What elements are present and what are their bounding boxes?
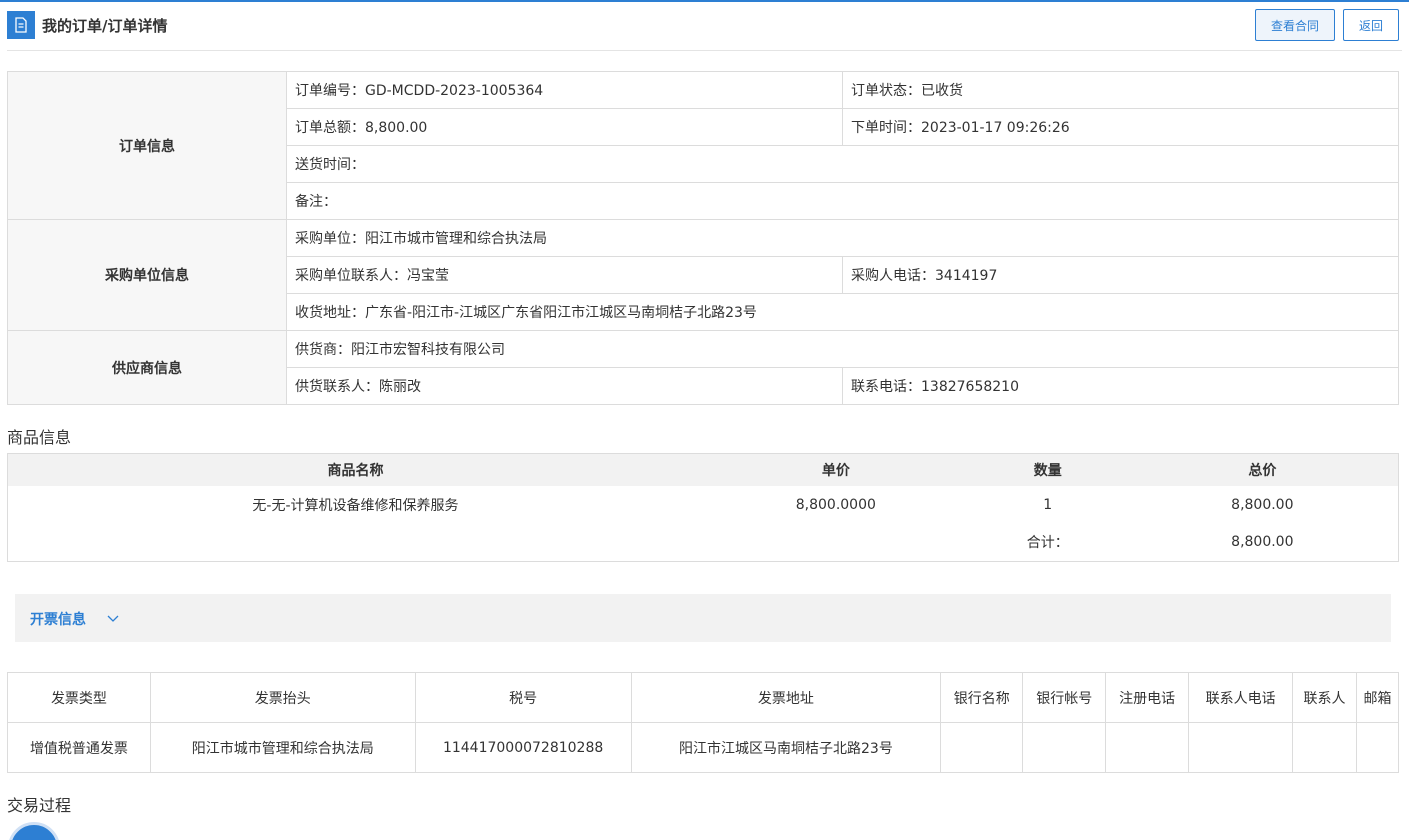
invoice-col-type: 发票类型 [7, 672, 151, 723]
invoice-type: 增值税普通发票 [7, 722, 151, 773]
invoice-col-tax-no: 税号 [414, 672, 632, 723]
goods-header-row: 商品名称 单价 数量 总价 [7, 453, 1399, 486]
document-icon [7, 11, 35, 39]
order-info-section-label: 订单信息 [7, 71, 287, 220]
invoice-section-title[interactable]: 开票信息 [30, 609, 86, 629]
buyer-contact: 采购单位联系人：冯宝莹 [286, 256, 843, 294]
table-row: 增值税普通发票 阳江市城市管理和综合执法局 114417000072810288… [7, 722, 1400, 773]
invoice-col-title: 发票抬头 [149, 672, 416, 723]
invoice-collapse-bar[interactable]: 开票信息 [15, 594, 1391, 642]
invoice-title: 阳江市城市管理和综合执法局 [149, 722, 416, 773]
invoice-email [1355, 722, 1400, 773]
buyer-phone: 采购人电话：3414197 [842, 256, 1399, 294]
invoice-col-account: 银行帐号 [1022, 672, 1107, 723]
view-contract-button[interactable]: 查看合同 [1255, 9, 1335, 41]
buyer-unit: 采购单位：阳江市城市管理和综合执法局 [286, 219, 1399, 257]
order-total: 订单总额：8,800.00 [286, 108, 843, 146]
goods-table: 商品名称 单价 数量 总价 无-无-计算机设备维修和保养服务 8,800.000… [7, 453, 1399, 562]
transaction-section-title: 交易过程 [7, 796, 72, 815]
goods-section-title: 商品信息 [7, 428, 72, 447]
invoice-col-contact-phone: 联系人电话 [1188, 672, 1294, 723]
order-status: 订单状态：已收货 [842, 71, 1399, 109]
invoice-address: 阳江市江城区马南垌桔子北路23号 [630, 722, 942, 773]
invoice-col-reg-phone: 注册电话 [1105, 672, 1190, 723]
invoice-account [1022, 722, 1107, 773]
goods-total: 8,800.00 [1231, 496, 1294, 513]
goods-name: 无-无-计算机设备维修和保养服务 [252, 497, 459, 514]
invoice-contact-phone [1188, 722, 1294, 773]
buyer-info-section-label: 采购单位信息 [7, 219, 287, 331]
supplier-phone: 联系电话：13827658210 [842, 367, 1399, 405]
order-detail-table: 订单信息 订单编号：GD-MCDD-2023-1005364 订单状态：已收货 … [7, 71, 1399, 405]
goods-col-name: 商品名称 [7, 453, 703, 486]
invoice-table: 发票类型 发票抬头 税号 发票地址 银行名称 银行帐号 注册电话 联系人电话 联… [7, 672, 1400, 773]
timeline-step-marker [8, 822, 60, 840]
delivery-time: 送货时间： [286, 145, 1399, 183]
chevron-down-icon[interactable] [107, 611, 119, 627]
back-button[interactable]: 返回 [1343, 9, 1399, 41]
goods-col-total: 总价 [1126, 453, 1399, 486]
table-row: 无-无-计算机设备维修和保养服务 8,800.0000 1 8,800.00 [8, 486, 1399, 524]
goods-sum-row: 合计： 8,800.00 [8, 524, 1399, 562]
goods-col-qty: 数量 [968, 453, 1127, 486]
order-number: 订单编号：GD-MCDD-2023-1005364 [286, 71, 843, 109]
invoice-col-contact: 联系人 [1292, 672, 1357, 723]
page-header: 我的订单/订单详情 查看合同 返回 [7, 9, 1402, 51]
order-remark: 备注： [286, 182, 1399, 220]
invoice-tax-no: 114417000072810288 [414, 722, 632, 773]
supplier-info-section-label: 供应商信息 [7, 330, 287, 405]
order-time: 下单时间：2023-01-17 09:26:26 [842, 108, 1399, 146]
delivery-address: 收货地址：广东省-阳江市-江城区广东省阳江市江城区马南垌桔子北路23号 [286, 293, 1399, 331]
top-accent-line [0, 0, 1409, 2]
goods-sum-label: 合计： [1026, 535, 1069, 552]
goods-qty: 1 [1043, 496, 1053, 513]
invoice-col-bank: 银行名称 [940, 672, 1024, 723]
invoice-reg-phone [1105, 722, 1190, 773]
page-title: 我的订单/订单详情 [42, 17, 168, 35]
goods-col-unit-price: 单价 [702, 453, 969, 486]
invoice-col-email: 邮箱 [1355, 672, 1400, 723]
invoice-contact [1292, 722, 1357, 773]
goods-sum-value: 8,800.00 [1231, 534, 1294, 551]
invoice-header-row: 发票类型 发票抬头 税号 发票地址 银行名称 银行帐号 注册电话 联系人电话 联… [7, 672, 1400, 723]
supplier-contact: 供货联系人：陈丽改 [286, 367, 843, 405]
supplier-name: 供货商：阳江市宏智科技有限公司 [286, 330, 1399, 368]
goods-unit-price: 8,800.0000 [795, 496, 876, 513]
invoice-col-address: 发票地址 [630, 672, 942, 723]
invoice-bank [940, 722, 1024, 773]
